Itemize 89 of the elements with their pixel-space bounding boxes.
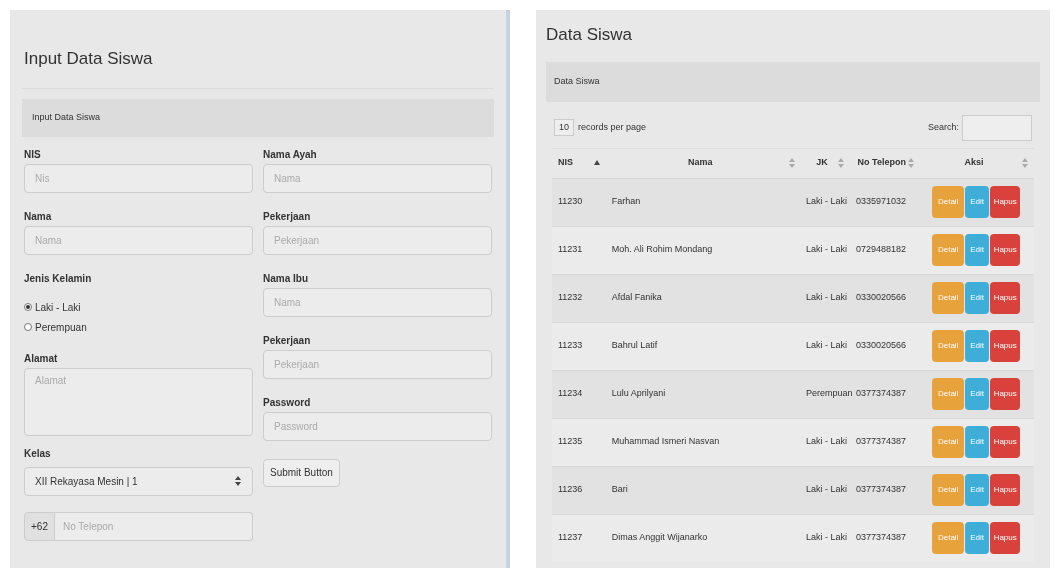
- phone-field[interactable]: No Telepon: [54, 511, 253, 541]
- field-label: Nama: [24, 209, 53, 224]
- edit-button[interactable]: Edit: [965, 378, 990, 410]
- field-label: Nama Ayah: [263, 147, 318, 162]
- input-addon: +62: [24, 511, 55, 541]
- table-cell-text: 0330020566: [855, 291, 908, 305]
- table-cell-text: Bari: [610, 483, 629, 497]
- field-label: Password: [263, 395, 312, 410]
- field-label: Jenis Kelamin: [24, 271, 93, 286]
- table-cell-text: Laki - Laki: [805, 435, 849, 449]
- edit-button[interactable]: Edit: [965, 330, 990, 362]
- table-cell-text: Laki - Laki: [805, 531, 849, 545]
- field-label: Pekerjaan: [263, 333, 312, 348]
- field-label: Nama Ibu: [263, 271, 309, 286]
- search-label: Search:: [927, 120, 959, 134]
- table-cell-text: 0729488182: [855, 243, 908, 257]
- text-field[interactable]: Pekerjaan: [263, 225, 492, 255]
- delete-button[interactable]: Hapus: [990, 282, 1021, 314]
- radio-button[interactable]: [24, 323, 32, 331]
- text-field[interactable]: Pekerjaan: [263, 349, 492, 379]
- field-label: Alamat: [24, 351, 59, 366]
- table-cell-text: Laki - Laki: [805, 243, 849, 257]
- table-cell-text: 11234: [557, 387, 584, 401]
- delete-button[interactable]: Hapus: [990, 474, 1021, 506]
- table-cell-text: Laki - Laki: [805, 195, 849, 209]
- table-cell-text: Afdal Fanika: [610, 291, 663, 305]
- table-cell-text: Laki - Laki: [805, 339, 849, 353]
- table-cell-text: 0330020566: [855, 339, 908, 353]
- delete-button[interactable]: Hapus: [990, 426, 1021, 458]
- page-size-select[interactable]: 10: [554, 118, 574, 137]
- text-field[interactable]: Nama: [263, 287, 492, 317]
- select-field[interactable]: XII Rekayasa Mesin | 1: [24, 466, 253, 496]
- edit-button[interactable]: Edit: [965, 474, 990, 506]
- table-cell-text: 11230: [557, 195, 584, 209]
- table-cell-text: 0377374387: [855, 387, 908, 401]
- panel-header: Data Siswa: [546, 61, 1040, 102]
- textarea-field[interactable]: Alamat: [24, 367, 253, 436]
- dropdown-arrows-icon: [234, 475, 242, 487]
- column-header[interactable]: No Telepon: [855, 156, 908, 170]
- text-field[interactable]: Password: [263, 411, 492, 441]
- table-cell-text: Farhan: [610, 195, 642, 209]
- table-cell-text: 11236: [557, 483, 584, 497]
- delete-button[interactable]: Hapus: [990, 522, 1021, 554]
- table-cell-text: 0377374387: [855, 531, 908, 545]
- edit-button[interactable]: Edit: [965, 234, 990, 266]
- edit-button[interactable]: Edit: [965, 186, 990, 218]
- field-label: NIS: [24, 147, 42, 162]
- table-cell-text: Moh. Ali Rohim Mondang: [610, 243, 714, 257]
- field-label: Pekerjaan: [263, 209, 312, 224]
- search-field[interactable]: [962, 114, 1032, 141]
- table-cell-text: Muhammad Ismeri Nasvan: [610, 435, 721, 449]
- page-title: Data Siswa: [546, 24, 633, 46]
- radio-option[interactable]: Laki - Laki: [24, 299, 81, 315]
- table-cell-text: 11237: [557, 531, 584, 545]
- table-cell-text: 11231: [557, 243, 584, 257]
- table-cell-text: Bahrul Latif: [610, 339, 659, 353]
- field-label: Kelas: [24, 446, 52, 461]
- delete-button[interactable]: Hapus: [990, 234, 1021, 266]
- table-cell-text: 11233: [557, 339, 584, 353]
- table-cell-text: 0377374387: [855, 483, 908, 497]
- edit-button[interactable]: Edit: [965, 522, 990, 554]
- radio-option[interactable]: Perempuan: [24, 319, 87, 335]
- page-title: Input Data Siswa: [23, 48, 154, 70]
- text-field[interactable]: Nama: [263, 163, 492, 193]
- column-header[interactable]: Nama: [611, 156, 789, 170]
- panel-header: Input Data Siswa: [22, 98, 494, 137]
- delete-button[interactable]: Hapus: [990, 186, 1021, 218]
- table-cell-text: 11232: [557, 291, 584, 305]
- records-label: records per page: [578, 120, 647, 134]
- text-field[interactable]: Nama: [24, 225, 253, 255]
- submit-button[interactable]: Submit Button: [263, 458, 340, 487]
- edit-button[interactable]: Edit: [965, 282, 990, 314]
- table-cell-text: 11235: [557, 435, 584, 449]
- table-cell-text: Laki - Laki: [805, 483, 849, 497]
- table-cell-text: Lulu Aprilyani: [610, 387, 667, 401]
- column-header[interactable]: JK: [806, 156, 838, 170]
- table-cell-text: Laki - Laki: [805, 291, 849, 305]
- table-cell-text: Dimas Anggit Wijanarko: [610, 531, 709, 545]
- column-header[interactable]: Aksi: [925, 156, 1022, 170]
- edit-button[interactable]: Edit: [965, 426, 990, 458]
- delete-button[interactable]: Hapus: [990, 330, 1021, 362]
- text-field[interactable]: Nis: [24, 163, 253, 193]
- column-header[interactable]: NIS: [558, 156, 573, 170]
- delete-button[interactable]: Hapus: [990, 378, 1021, 410]
- table-cell-text: 0335971032: [855, 195, 908, 209]
- table-cell-text: 0377374387: [855, 435, 908, 449]
- radio-button[interactable]: [24, 303, 32, 311]
- sort-icon[interactable]: [593, 158, 600, 168]
- table-cell-text: Perempuan: [805, 387, 850, 401]
